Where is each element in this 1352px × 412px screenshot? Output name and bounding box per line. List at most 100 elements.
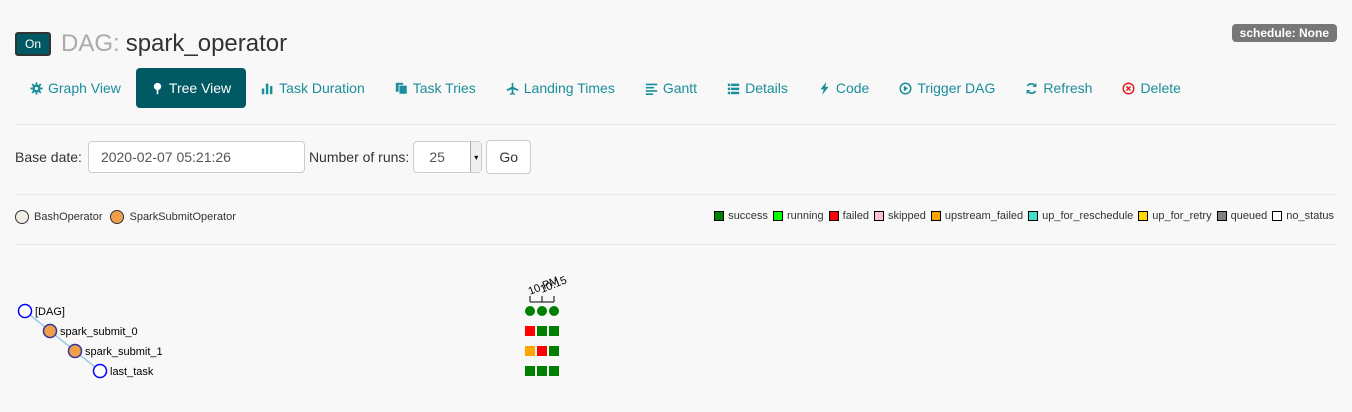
task-instance-square[interactable] — [525, 346, 535, 356]
tree-filter-form: Base date: 2020-02-07 05:21:26 Number of… — [15, 140, 531, 174]
operator-label: BashOperator — [34, 211, 103, 223]
legend-label: skipped — [887, 210, 926, 222]
tree-node-label[interactable]: spark_submit_1 — [85, 346, 163, 358]
task-instance-square[interactable] — [537, 346, 547, 356]
tree-node-label[interactable]: [DAG] — [35, 306, 65, 318]
bar-chart-icon — [261, 82, 274, 95]
time-label: 10:15 — [539, 274, 569, 295]
state-legend: success running failed skipped upstream_… — [709, 210, 1334, 222]
operator-legend: BashOperator SparkSubmitOperator — [15, 210, 244, 224]
refresh-icon — [1025, 82, 1038, 95]
swatch-icon — [1138, 211, 1149, 221]
flash-icon — [818, 81, 831, 95]
tab-code[interactable]: Code — [803, 68, 884, 108]
swatch-icon — [772, 211, 783, 221]
legend-item-upstream-failed: upstream_failed — [930, 210, 1024, 222]
dag-run-circle[interactable] — [525, 306, 535, 316]
tab-task-duration[interactable]: Task Duration — [246, 68, 380, 108]
files-icon — [395, 82, 408, 95]
operator-item: SparkSubmitOperator — [110, 210, 236, 224]
swatch-icon — [714, 211, 725, 221]
tab-label: Landing Times — [523, 80, 615, 96]
tree-node[interactable] — [42, 323, 58, 339]
base-date-input[interactable]: 2020-02-07 05:21:26 — [87, 141, 305, 173]
swatch-icon — [828, 211, 839, 221]
tab-gantt[interactable]: Gantt — [630, 68, 712, 108]
tab-label: Gantt — [662, 80, 698, 96]
legend-label: failed — [842, 210, 869, 222]
view-nav: Graph View Tree View Task Duration Task … — [15, 68, 1196, 108]
tab-label: Delete — [1140, 80, 1181, 96]
task-instance-square[interactable] — [525, 326, 535, 336]
num-runs-value: 25 — [429, 149, 445, 165]
legend-label: up_for_retry — [1152, 210, 1212, 222]
tab-graph-view[interactable]: Graph View — [15, 68, 136, 108]
legend-item-up-for-retry: up_for_retry — [1138, 210, 1212, 222]
spark-operator-dot-icon — [110, 210, 125, 224]
dag-title-prefix: DAG: — [61, 30, 120, 57]
tab-label: Tree View — [168, 80, 232, 96]
legend-label: no_status — [1286, 210, 1334, 222]
align-left-icon — [645, 82, 658, 95]
tab-label: Code — [835, 80, 870, 96]
tab-landing-times[interactable]: Landing Times — [491, 68, 630, 108]
tab-delete[interactable]: Delete — [1107, 68, 1195, 108]
tab-label: Details — [745, 80, 788, 96]
header: On DAG: spark_operator — [15, 28, 287, 60]
legend-label: queued — [1230, 210, 1268, 222]
divider — [15, 194, 1337, 195]
chevron-down-icon[interactable]: ▾ — [470, 142, 482, 172]
legend-label: upstream_failed — [944, 210, 1024, 222]
legend-label: success — [728, 210, 768, 222]
go-button[interactable]: Go — [486, 140, 531, 174]
swatch-icon — [1272, 211, 1283, 221]
tab-details[interactable]: Details — [712, 68, 803, 108]
dag-run-circle[interactable] — [537, 306, 547, 316]
swatch-icon — [1216, 211, 1227, 221]
legend-label: up_for_reschedule — [1042, 210, 1134, 222]
legend-item-queued: queued — [1216, 210, 1268, 222]
base-date-label: Base date: — [15, 149, 82, 165]
dag-title: spark_operator — [125, 30, 288, 57]
play-circle-icon — [899, 81, 912, 95]
tree-icon — [151, 82, 164, 95]
task-instance-square[interactable] — [549, 346, 559, 356]
tab-task-tries[interactable]: Task Tries — [380, 68, 491, 108]
num-runs-select[interactable]: 25 ▾ — [413, 141, 483, 173]
tab-refresh[interactable]: Refresh — [1010, 68, 1107, 108]
swatch-icon — [930, 211, 941, 221]
divider — [15, 124, 1337, 125]
schedule-badge: schedule: None — [1231, 24, 1337, 42]
legend-item-running: running — [772, 210, 824, 222]
list-icon — [727, 82, 740, 95]
task-instance-square[interactable] — [537, 326, 547, 336]
tab-label: Refresh — [1043, 80, 1093, 96]
swatch-icon — [1028, 211, 1039, 221]
tab-label: Trigger DAG — [917, 80, 996, 96]
tree-node[interactable] — [17, 303, 33, 319]
task-instance-square[interactable] — [525, 366, 535, 376]
tree-node-label[interactable]: last_task — [110, 366, 154, 378]
bash-operator-dot-icon — [15, 210, 29, 224]
legend-item-up-for-reschedule: up_for_reschedule — [1028, 210, 1133, 222]
legend-item-failed: failed — [828, 210, 869, 222]
legend-item-skipped: skipped — [873, 210, 926, 222]
tree-node[interactable] — [92, 363, 108, 379]
dag-on-toggle[interactable]: On — [15, 32, 51, 56]
operator-item: BashOperator — [15, 210, 102, 224]
tab-label: Graph View — [48, 80, 121, 96]
tree-node[interactable] — [67, 343, 83, 359]
tab-tree-view[interactable]: Tree View — [135, 68, 247, 108]
swatch-icon — [873, 211, 884, 221]
tab-label: Task Duration — [279, 80, 365, 96]
gear-icon — [30, 81, 43, 95]
legend-item-no-status: no_status — [1272, 210, 1334, 222]
tree-node-label[interactable]: spark_submit_0 — [60, 326, 138, 338]
task-instance-square[interactable] — [549, 326, 559, 336]
legend-item-success: success — [714, 210, 768, 222]
dag-run-circle[interactable] — [549, 306, 559, 316]
tab-trigger-dag[interactable]: Trigger DAG — [884, 68, 1010, 108]
task-instance-square[interactable] — [537, 366, 547, 376]
plane-icon — [506, 82, 519, 95]
task-instance-square[interactable] — [549, 366, 559, 376]
